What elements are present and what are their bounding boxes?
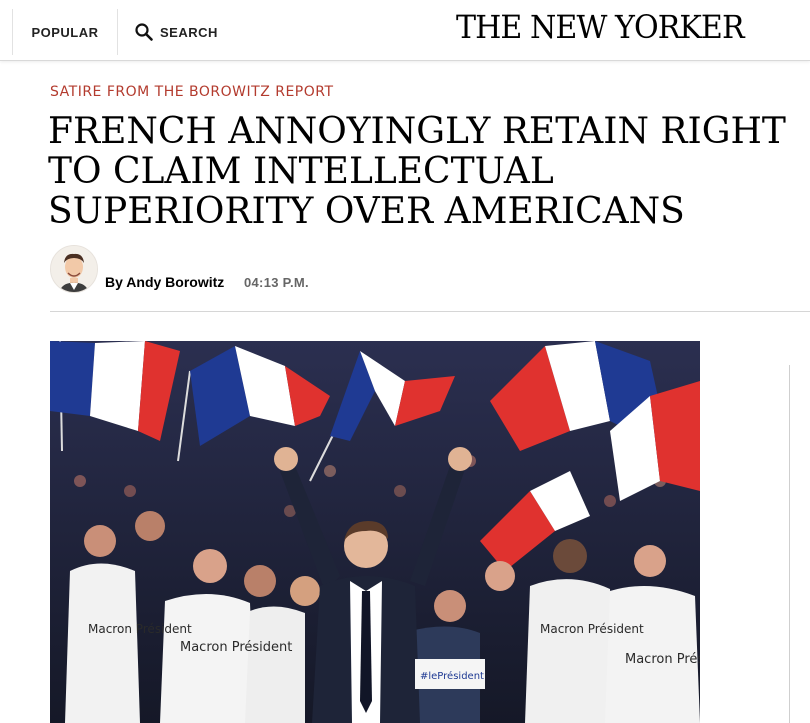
popular-nav-button[interactable]: POPULAR <box>12 9 118 55</box>
crowd-photo-illustration: Macron Président Macron Président Macron… <box>50 341 700 723</box>
author-portrait-icon <box>51 246 97 292</box>
search-icon <box>135 23 153 41</box>
article-lead-image[interactable]: Macron Président Macron Président Macron… <box>50 341 700 723</box>
byline: By Andy Borowitz <box>105 274 224 290</box>
popular-label: POPULAR <box>31 24 99 40</box>
top-navigation-bar: POPULAR SEARCH THE NEW YORKER <box>0 0 810 61</box>
article-rubric[interactable]: SATIRE FROM THE BOROWITZ REPORT <box>50 84 334 100</box>
shirt-text-3: Macron Président <box>540 622 644 636</box>
article-headline: FRENCH ANNOYINGLY RETAIN RIGHT TO CLAIM … <box>48 111 786 232</box>
search-label: SEARCH <box>160 24 218 40</box>
author-avatar[interactable] <box>50 245 98 293</box>
scrollbar-track[interactable] <box>789 365 790 723</box>
new-yorker-logo[interactable]: THE NEW YORKER <box>456 8 745 46</box>
shirt-text-2: Macron Président <box>180 640 292 655</box>
byline-prefix: By <box>105 274 123 290</box>
header-divider <box>50 311 810 312</box>
search-nav-button[interactable]: SEARCH <box>134 18 218 46</box>
shirt-text-1: Macron Président <box>88 622 192 636</box>
shirt-text-4: Macron Président <box>625 652 700 667</box>
sign-text: #lePrésident <box>420 670 484 682</box>
publish-time: 04:13 P.M. <box>244 275 309 290</box>
author-name-link[interactable]: Andy Borowitz <box>126 274 224 290</box>
